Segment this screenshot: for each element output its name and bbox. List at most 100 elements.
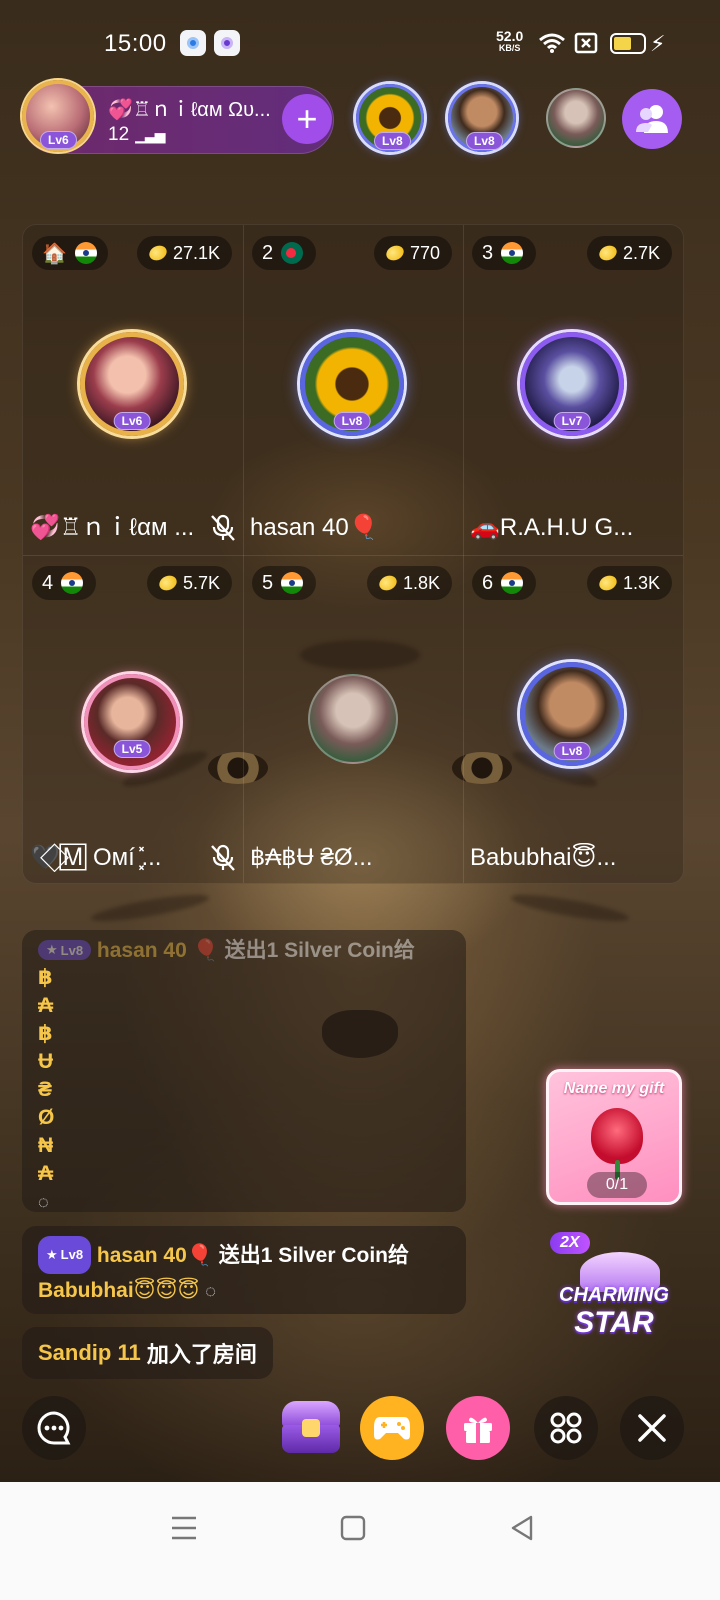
- coin-value: 27.1K: [172, 242, 220, 263]
- chest-lock-icon: [302, 1419, 320, 1437]
- india-flag-icon: [281, 572, 304, 594]
- coin-icon: [146, 242, 170, 264]
- chat-message-faded: ★ Lv8 hasan 40 🎈 送出1 Silver Coin给: [38, 934, 415, 964]
- chat-recipient-vertical: ฿ ₳ ฿ Ʉ ₴ Ø ₦ ₳ ◌: [38, 964, 68, 1216]
- net-speed-unit: KB/S: [498, 43, 521, 53]
- gamepad-icon: [374, 1417, 410, 1440]
- app-notification-blue-icon: [180, 30, 206, 56]
- india-flag-icon: [61, 572, 84, 594]
- battery-icon: [610, 33, 646, 54]
- seat-number: 3: [482, 241, 494, 264]
- seat-3[interactable]: 3 2.7K Lv7 🚗R.A.H.U G...: [462, 224, 682, 554]
- name-my-gift-card[interactable]: Name my gift 0/1: [546, 1069, 682, 1205]
- recipient-char: Ʉ: [38, 1050, 54, 1073]
- seat-level-badge: Lv6: [113, 412, 151, 430]
- audience-level-badge-1: Lv8: [374, 132, 411, 150]
- chat-username[interactable]: hasan 40: [97, 939, 187, 962]
- seat-tag: 2: [252, 236, 316, 270]
- coin-value: 770: [409, 242, 440, 263]
- nav-home-button[interactable]: [333, 1508, 373, 1548]
- chat-text: 送出1 Silver Coin给: [218, 1244, 410, 1267]
- india-flag-icon: [501, 242, 524, 264]
- seat-1[interactable]: 🏠 27.1K Lv6 💞♖ｎｉℓαм ...: [22, 224, 242, 554]
- signal-bars-icon: ▁▃▅: [135, 127, 165, 143]
- recipient-char-last: ₳ ◌: [38, 1160, 68, 1216]
- seat-level-badge: Lv8: [553, 742, 591, 760]
- users-icon: [636, 105, 668, 133]
- recipient-char: ₦: [38, 1134, 54, 1157]
- seat-name: 🚗R.A.H.U G...: [470, 514, 634, 541]
- seat-tag: 3: [472, 236, 536, 270]
- seat-coin-count: 1.3K: [586, 566, 672, 600]
- seat-number: 5: [262, 571, 274, 594]
- host-level-badge: Lv6: [40, 131, 77, 149]
- host-name: 💞♖ｎｉℓαм Ωυ...: [108, 99, 271, 121]
- seat-tag: 4: [32, 566, 96, 600]
- seat-5[interactable]: 5 1.8K ฿₳฿Ʉ ₴Ø...: [242, 554, 462, 884]
- coin-icon: [376, 572, 400, 594]
- charm-title-line1: CHARMING: [559, 1284, 669, 1306]
- member-count: 12 ▁▃▅: [108, 124, 165, 146]
- seat-name: hasan 40🎈: [250, 514, 379, 541]
- treasure-chest-button[interactable]: [278, 1397, 344, 1457]
- silver-coin-icon: ◌: [38, 1192, 49, 1212]
- seat-level-badge: Lv8: [333, 412, 371, 430]
- chat-recipient[interactable]: Babubhai😇😇😇: [38, 1279, 199, 1302]
- gift-button[interactable]: [446, 1396, 510, 1460]
- chat-username[interactable]: Sandip 11: [38, 1340, 141, 1366]
- back-triangle-icon: [511, 1515, 533, 1541]
- recipient-char: Ø: [38, 1106, 55, 1129]
- charm-title-line2: STAR: [574, 1306, 654, 1339]
- room-members-button[interactable]: [622, 89, 682, 149]
- chat-level-badge: ★ Lv8: [38, 1236, 92, 1274]
- charging-icon: ⚡: [650, 31, 666, 56]
- seat-tag: 5: [252, 566, 316, 600]
- menu-icon: [172, 1516, 196, 1540]
- seat-coin-count: 1.8K: [366, 566, 452, 600]
- seat-number: 6: [482, 571, 494, 594]
- seat-avatar[interactable]: [308, 674, 398, 764]
- net-speed: 52.0 KB/S: [496, 29, 523, 54]
- seat-coin-count: 5.7K: [146, 566, 232, 600]
- coin-value: 5.7K: [182, 572, 220, 593]
- coin-value: 1.3K: [622, 572, 660, 593]
- chat-message-join: Sandip 11 加入了房间: [22, 1327, 273, 1379]
- seat-name: 💞♖ｎｉℓαм ...: [30, 514, 195, 541]
- close-room-button[interactable]: [620, 1396, 684, 1460]
- coin-value: 1.8K: [402, 572, 440, 593]
- more-apps-button[interactable]: [534, 1396, 598, 1460]
- recipient-char: ₴: [38, 1078, 53, 1101]
- nav-menu-button[interactable]: [164, 1508, 204, 1548]
- follow-button[interactable]: +: [282, 94, 332, 144]
- home-icon: 🏠: [42, 242, 67, 265]
- games-button[interactable]: [360, 1396, 424, 1460]
- status-time: 15:00: [104, 30, 167, 57]
- audience-avatar-3[interactable]: [546, 88, 606, 148]
- gift-card-title: Name my gift: [563, 1080, 665, 1097]
- coin-icon: [156, 572, 180, 594]
- chat-level-value: Lv8: [60, 942, 84, 958]
- india-flag-icon: [501, 572, 524, 594]
- chat-level-value: Lv8: [60, 1247, 84, 1262]
- chat-panel[interactable]: [22, 930, 466, 1212]
- recipient-char: ₳: [38, 994, 54, 1017]
- seat-4[interactable]: 4 5.7K Lv5 🖤⃟🄼 Oмí ͓̽...: [22, 554, 242, 884]
- coin-value: 2.7K: [622, 242, 660, 263]
- app-notification-purple-icon: [214, 30, 240, 56]
- nav-back-button[interactable]: [502, 1508, 542, 1548]
- india-flag-icon: [74, 242, 97, 264]
- recipient-char: ฿: [38, 966, 53, 989]
- balloon-icon: 🎈: [192, 939, 219, 962]
- audience-level-badge-2: Lv8: [466, 132, 503, 150]
- seat-2[interactable]: 2 770 Lv8 hasan 40🎈: [242, 224, 462, 554]
- seat-name: Babubhai😇...: [470, 844, 617, 871]
- status-bar: 15:00 52.0 KB/S ⚡: [0, 0, 720, 86]
- charming-star-banner[interactable]: 2X CHARMING STAR: [550, 1232, 678, 1344]
- chat-username[interactable]: hasan 40🎈: [97, 1244, 213, 1267]
- seat-coin-count: 2.7K: [586, 236, 672, 270]
- rose-icon: [591, 1108, 643, 1164]
- seat-6[interactable]: 6 1.3K Lv8 Babubhai😇...: [462, 554, 682, 884]
- seat-level-badge: Lv7: [553, 412, 591, 430]
- gift-card-progress: 0/1: [587, 1172, 647, 1198]
- chat-input-button[interactable]: [22, 1396, 86, 1460]
